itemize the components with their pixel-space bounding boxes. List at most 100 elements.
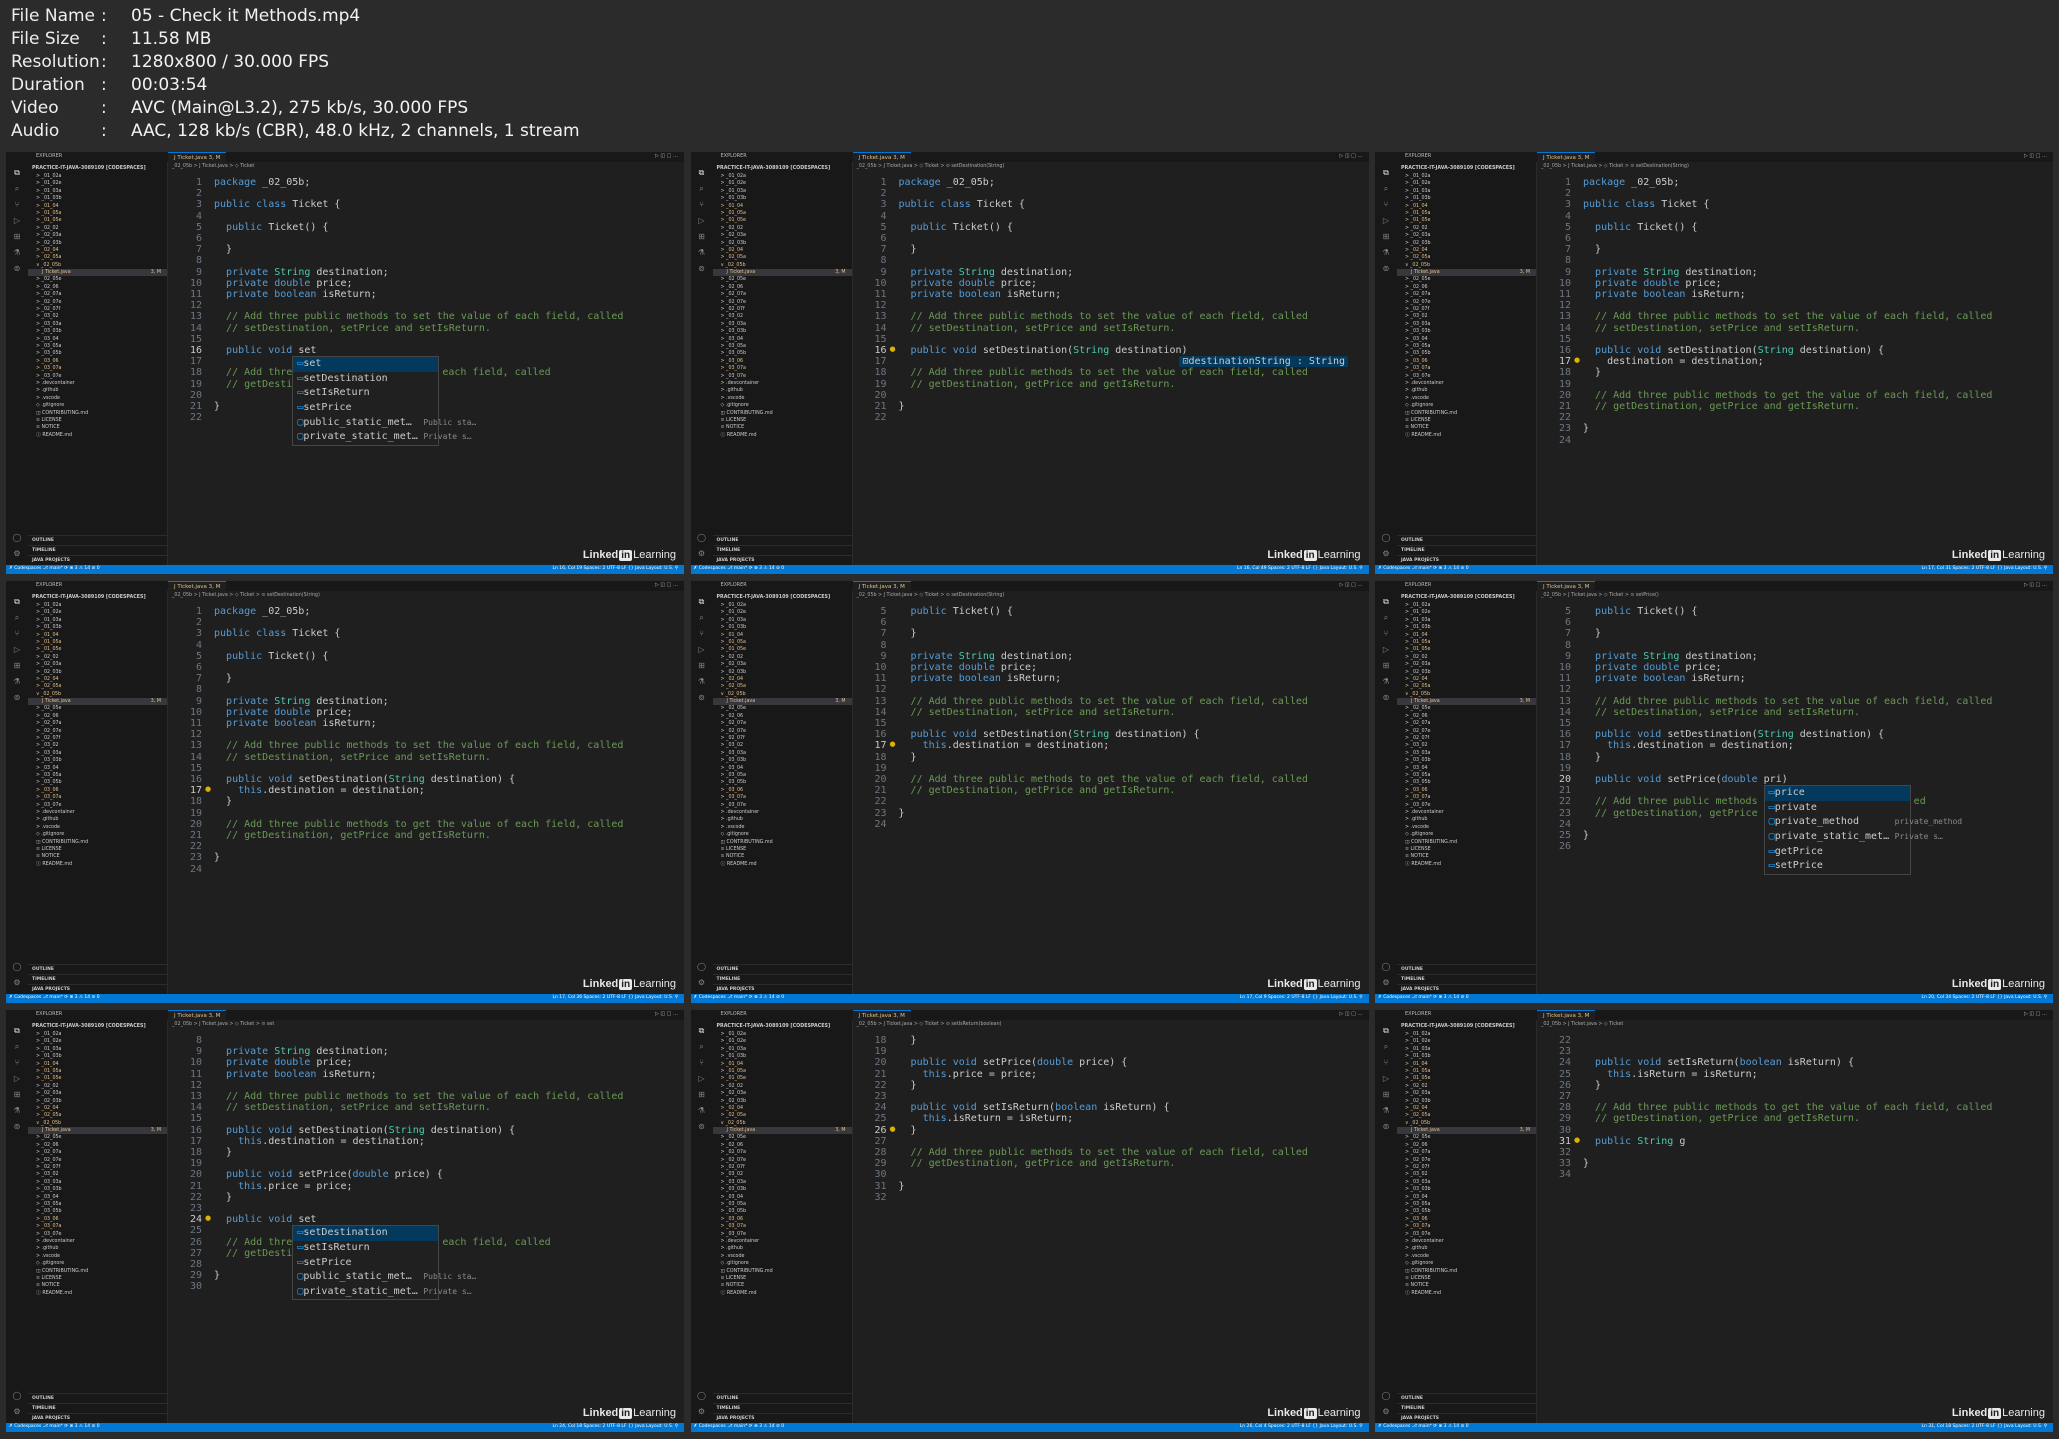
code-line[interactable]: } (1583, 628, 1601, 639)
tree-item[interactable]: > .devcontainer (28, 380, 167, 387)
tree-item[interactable]: > _01_03a (1397, 617, 1536, 624)
remote-icon[interactable]: ⊚ (697, 1122, 707, 1132)
tree-item[interactable]: > .github (28, 1245, 167, 1252)
tree-item[interactable]: ◇ .gitignore (28, 1260, 167, 1267)
tree-item[interactable]: > _01_05a (28, 1068, 167, 1075)
code-line[interactable]: } (214, 1270, 220, 1281)
editor-tab[interactable]: J Ticket.java 3, M (168, 152, 227, 162)
autocomplete-suggestions[interactable]: ▭set ▭setDestination ▭setIsReturn ▭setPrice… (292, 356, 476, 446)
code-line[interactable]: private boolean isReturn; (1583, 289, 1746, 300)
remote-icon[interactable]: ⊚ (697, 264, 707, 274)
code-line[interactable]: // Add three public methods to set the v… (1583, 696, 1992, 707)
editor-actions[interactable]: ▷ ◫ □ … (1339, 153, 1362, 159)
tree-item[interactable]: > _03_07e (28, 373, 167, 380)
status-right[interactable]: Ln 26, Col 4 Spaces: 2 UTF-8 LF {} Java … (1240, 1424, 1363, 1429)
tree-item[interactable]: > _01_03b (1397, 1053, 1536, 1060)
tree-item[interactable]: ≡ NOTICE (28, 853, 167, 860)
status-left[interactable]: ✗ Codespaces ⎇ main* ⟳ ⊗ 3 ⚠ 14 ⊘ 0 (9, 1424, 100, 1429)
code-editor[interactable]: _02_05b > J Ticket.java > ◇ Ticket > ⊙ s… (168, 591, 684, 994)
tree-item[interactable]: > _01_02a (713, 1031, 852, 1038)
tree-item[interactable]: > _02_06 (713, 713, 852, 720)
tree-item[interactable]: > _03_03a (28, 1179, 167, 1186)
suggestion-item[interactable]: ▭setIsReturn (293, 1241, 438, 1256)
tree-item[interactable]: > _01_03b (713, 195, 852, 202)
tree-item[interactable]: > _02_05e (28, 276, 167, 283)
remote-icon[interactable]: ⊚ (12, 264, 22, 274)
tree-item[interactable]: > _01_02e (28, 1038, 167, 1045)
tree-item[interactable]: > .github (713, 816, 852, 823)
search-icon[interactable]: ⌕ (1381, 1042, 1391, 1052)
settings-gear-icon[interactable]: ⚙ (1381, 1407, 1391, 1417)
tree-item[interactable]: > _02_03a (1397, 661, 1536, 668)
tree-item[interactable]: > _01_04 (1397, 203, 1536, 210)
tree-item[interactable]: > _03_03a (713, 1179, 852, 1186)
tree-item[interactable]: > _02_05e (1397, 1134, 1536, 1141)
tree-item[interactable]: ◇ .gitignore (1397, 1260, 1536, 1267)
tree-item[interactable]: ∨ _02_05b (713, 691, 852, 698)
timeline-section[interactable]: TIMELINE (28, 974, 167, 984)
code-line[interactable]: } (899, 628, 917, 639)
tree-item[interactable]: > _01_03b (28, 1053, 167, 1060)
tree-item[interactable]: ∨ _02_05b (713, 1120, 852, 1127)
code-line[interactable]: public Ticket() { (1583, 606, 1697, 617)
tree-item[interactable]: ∨ _02_05b (28, 1120, 167, 1127)
search-icon[interactable]: ⌕ (697, 184, 707, 194)
tree-item[interactable]: > _03_03b (1397, 757, 1536, 764)
tree-item[interactable]: > _01_05a (713, 210, 852, 217)
suggestion-item[interactable]: ▭setPrice (293, 401, 438, 416)
tree-item[interactable]: > _03_04 (28, 336, 167, 343)
explorer-icon[interactable]: ⧉ (697, 168, 707, 178)
tree-item[interactable]: > _02_05a (713, 683, 852, 690)
tree-item[interactable]: > _02_07f (28, 735, 167, 742)
code-line[interactable]: public class Ticket { (899, 199, 1025, 210)
tree-item[interactable]: > _03_05a (713, 1201, 852, 1208)
tree-item[interactable]: > _02_05a (28, 683, 167, 690)
tree-item[interactable]: > _02_05e (713, 1134, 852, 1141)
remote-icon[interactable]: ⊚ (1381, 1122, 1391, 1132)
tree-item[interactable]: ∨ _02_05b (1397, 691, 1536, 698)
tree-item[interactable]: > _03_02 (28, 1171, 167, 1178)
source-control-icon[interactable]: ⑂ (697, 1058, 707, 1068)
suggestion-item[interactable]: ▭price (1764, 786, 1910, 801)
tree-item[interactable]: ◫ CONTRIBUTING.md (1397, 1268, 1536, 1275)
timeline-section[interactable]: TIMELINE (1397, 1403, 1536, 1413)
tree-item[interactable]: > _02_04 (28, 247, 167, 254)
tree-item[interactable]: > _02_05a (1397, 1112, 1536, 1119)
tree-item[interactable]: ≡ NOTICE (1397, 853, 1536, 860)
tree-item[interactable]: > _03_07a (713, 365, 852, 372)
tree-item[interactable]: > _02_02 (1397, 225, 1536, 232)
status-right[interactable]: Ln 20, Col 34 Spaces: 2 UTF-8 LF {} Java… (1921, 995, 2047, 1000)
status-left[interactable]: ✗ Codespaces ⎇ main* ⟳ ⊗ 3 ⚠ 14 ⊘ 0 (9, 995, 100, 1000)
search-icon[interactable]: ⌕ (697, 613, 707, 623)
tree-item[interactable]: > .github (1397, 1245, 1536, 1252)
tree-item-selected[interactable]: J Ticket.java 3, M (28, 269, 167, 277)
timeline-section[interactable]: TIMELINE (712, 545, 852, 555)
tree-item[interactable]: ⓘ README.md (1397, 861, 1536, 868)
source-control-icon[interactable]: ⑂ (12, 200, 22, 210)
tree-item[interactable]: ≡ NOTICE (713, 853, 852, 860)
tree-item[interactable]: ≡ LICENSE (713, 846, 852, 853)
tree-item[interactable]: ◫ CONTRIBUTING.md (1397, 410, 1536, 417)
tree-item[interactable]: > .vscode (1397, 395, 1536, 402)
code-line[interactable]: public Ticket() { (214, 222, 328, 233)
tree-item[interactable]: > _03_05a (713, 772, 852, 779)
tree-item[interactable]: > _02_03a (28, 1090, 167, 1097)
tree-item[interactable]: > _02_05e (713, 276, 852, 283)
tree-item[interactable]: > .github (1397, 816, 1536, 823)
code-line[interactable]: // Add three public methods to set the v… (899, 696, 1308, 707)
tree-item[interactable]: > _01_03b (1397, 195, 1536, 202)
code-line[interactable]: // setDestination, setPrice and setIsRet… (214, 752, 491, 763)
code-line[interactable]: } (214, 401, 220, 412)
code-line[interactable]: // setDestination, setPrice and setIsRet… (1583, 323, 1860, 334)
tree-item[interactable]: ⓘ README.md (713, 861, 852, 868)
explorer-icon[interactable]: ⧉ (12, 597, 22, 607)
outline-section[interactable]: OUTLINE (712, 1393, 852, 1403)
outline-section[interactable]: OUTLINE (28, 964, 167, 974)
extensions-icon[interactable]: ⊞ (1381, 661, 1391, 671)
tree-item[interactable]: > _03_02 (713, 742, 852, 749)
search-icon[interactable]: ⌕ (697, 1042, 707, 1052)
tree-item[interactable]: > _01_05e (713, 646, 852, 653)
code-line[interactable]: this.destination = destination; (214, 1136, 425, 1147)
tree-item[interactable]: > _02_05a (28, 254, 167, 261)
code-editor[interactable]: _02_05b > J Ticket.java > ◇ Ticket > ⊙ s… (168, 1020, 684, 1423)
